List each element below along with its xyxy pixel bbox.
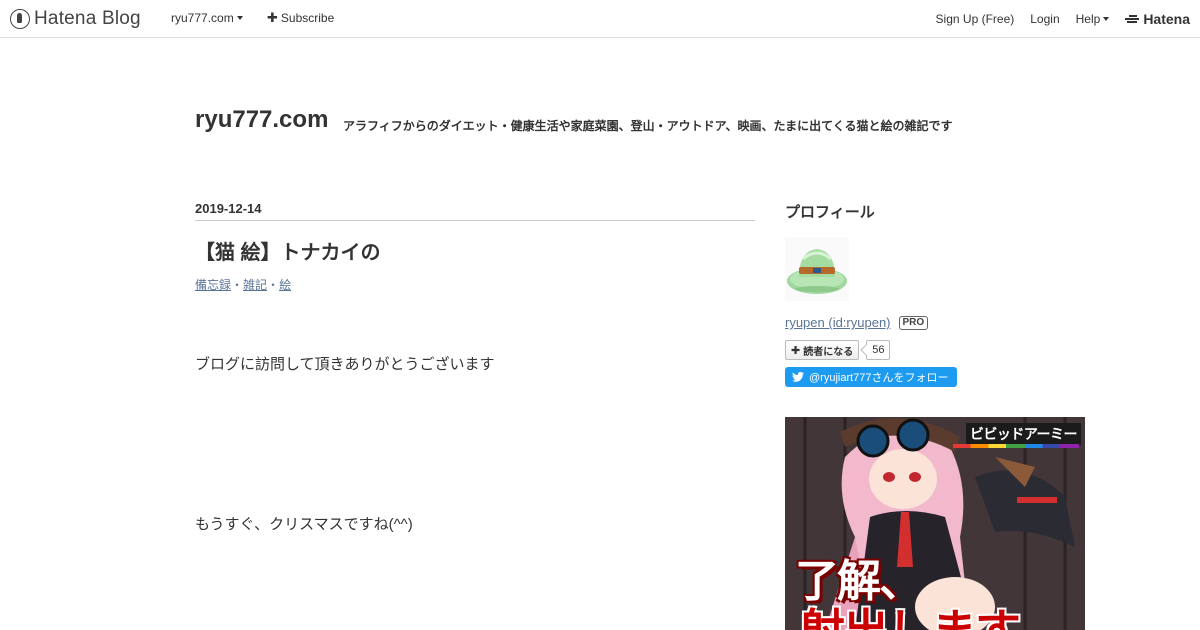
subscribe-label: Subscribe — [280, 11, 335, 25]
hat-avatar-image — [787, 249, 847, 294]
profile-user-link[interactable]: ryupen (id:ryupen) — [785, 315, 891, 330]
follow-label: @ryujiart777さんをフォロー — [809, 372, 949, 384]
blog-menu[interactable]: ryu777.com — [171, 11, 243, 25]
ad-headline: 射出します… — [799, 595, 1065, 630]
header-right-nav: Sign Up (Free) Login Help Hatena — [920, 0, 1190, 37]
hatena-blog-icon — [10, 9, 30, 29]
reader-row: ✚ 読者になる 56 — [785, 340, 891, 360]
entry-paragraph: ブログに訪問して頂きありがとうございます — [195, 356, 495, 373]
category-link[interactable]: 雑記 — [243, 278, 267, 292]
reader-count: 56 — [866, 340, 891, 360]
logo-text: Hatena Blog — [34, 8, 141, 29]
chevron-down-icon — [236, 16, 243, 20]
sidebar-ad-banner[interactable]: ビビッドアーミー 了解、 射出します… — [785, 417, 1085, 630]
help-label: Help — [1075, 11, 1101, 26]
hatena-logo-text: Hatena — [1143, 10, 1190, 27]
category-separator: ・ — [231, 278, 244, 292]
ad-brand-logo: ビビッドアーミー — [965, 423, 1081, 445]
hatena-logo[interactable]: Hatena — [1125, 11, 1190, 27]
category-separator: ・ — [267, 278, 280, 292]
plus-icon: ✚ — [267, 10, 278, 25]
pro-badge: PRO — [898, 315, 929, 330]
ad-brand-stripe — [953, 444, 1079, 448]
global-header: Hatena Blog ryu777.com ✚ Subscribe Sign … — [0, 0, 1200, 38]
avatar[interactable] — [785, 237, 849, 301]
subscribe-button[interactable]: ✚ Subscribe — [267, 11, 334, 25]
twitter-follow-button[interactable]: @ryujiart777さんをフォロー — [785, 367, 957, 387]
entry-paragraph: もうすぐ、クリスマスですね(^^) — [195, 516, 413, 533]
hatena-mark-icon — [1125, 14, 1140, 24]
chevron-down-icon — [1103, 16, 1110, 21]
category-link[interactable]: 備忘録 — [195, 278, 231, 292]
entry-title[interactable]: 【猫 絵】トナカイの — [195, 236, 381, 265]
signup-link[interactable]: Sign Up (Free) — [936, 12, 1015, 26]
help-menu[interactable]: Help — [1076, 12, 1110, 26]
plus-icon: ✚ — [791, 344, 801, 357]
become-reader-button[interactable]: ✚ 読者になる — [785, 340, 860, 360]
twitter-bird-icon — [792, 372, 804, 382]
profile-heading: プロフィール — [785, 204, 875, 221]
hatena-blog-logo[interactable]: Hatena Blog — [10, 7, 141, 31]
login-link[interactable]: Login — [1030, 12, 1059, 26]
category-link[interactable]: 絵 — [279, 278, 291, 292]
entry-categories: 備忘録・雑記・絵 — [195, 276, 291, 293]
blog-menu-label: ryu777.com — [171, 11, 234, 25]
blog-description: アラフィフからのダイエット・健康生活や家庭菜園、登山・アウトドア、映画、たまに出… — [343, 119, 953, 133]
reader-button-label: 読者になる — [803, 346, 854, 358]
entry-date[interactable]: 2019-12-14 — [195, 201, 755, 221]
profile-name-row: ryupen (id:ryupen) PRO — [785, 315, 929, 330]
blog-title[interactable]: ryu777.com — [195, 106, 328, 134]
